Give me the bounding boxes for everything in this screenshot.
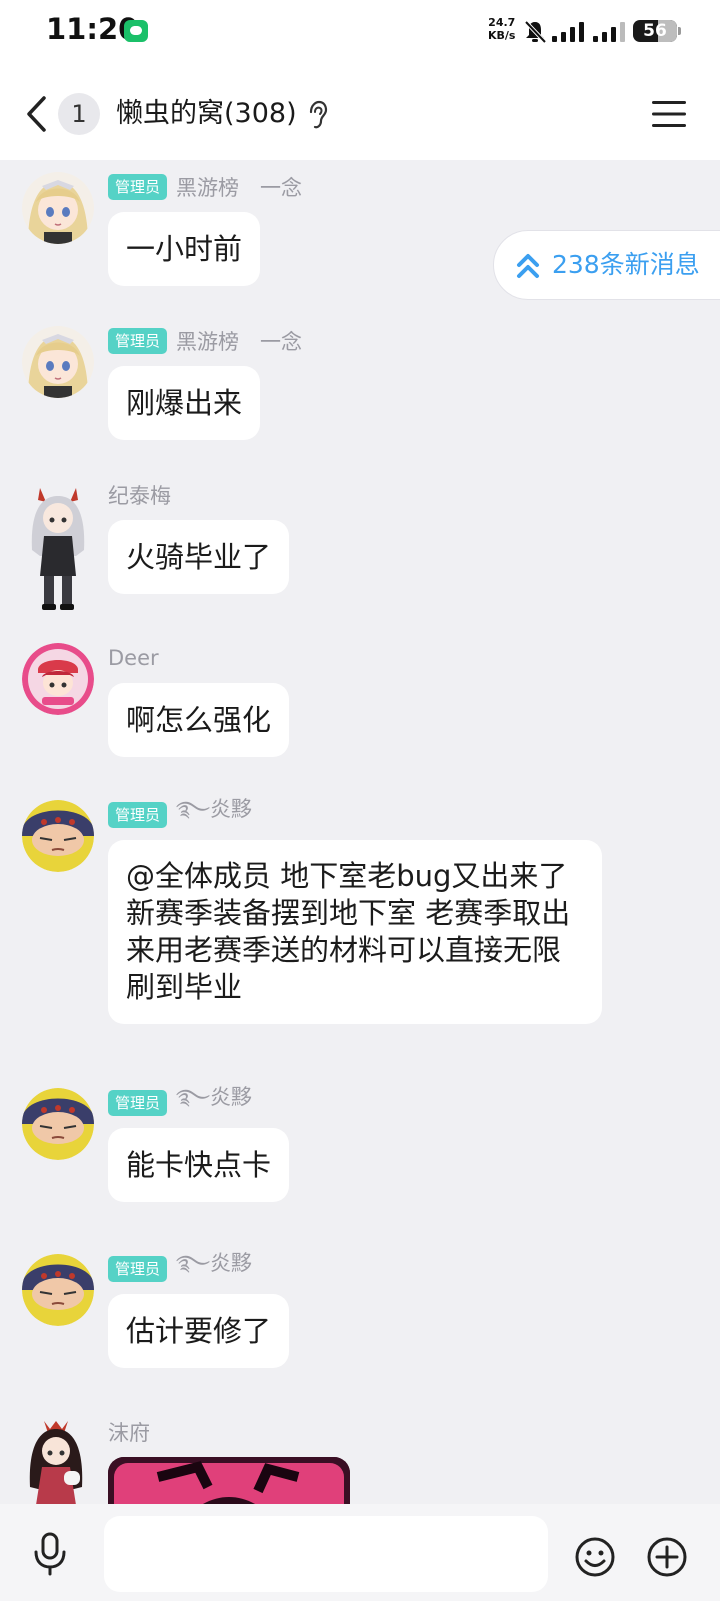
- network-speed: 24.7 KB/s: [488, 16, 515, 42]
- blonde-girl-avatar[interactable]: [22, 326, 94, 398]
- message-list[interactable]: 管理员 黑游榜 一念 一小时前 管理员 黑游榜 一念 刚爆出来 纪泰梅 火骑毕业…: [0, 160, 720, 1504]
- sender-row: 纪泰梅: [108, 480, 171, 510]
- admin-badge: 管理员: [108, 1256, 168, 1282]
- back-arrow-icon[interactable]: [24, 94, 50, 134]
- status-bar: 11:20 24.7 KB/s 56: [0, 0, 720, 66]
- image-message[interactable]: [108, 1457, 350, 1504]
- microphone-icon[interactable]: [32, 1532, 68, 1576]
- sender-row: Deer: [108, 643, 159, 673]
- message-bubble[interactable]: 火骑毕业了: [108, 520, 290, 594]
- bell-muted-icon: [524, 20, 546, 44]
- yellow-face-avatar[interactable]: [22, 1254, 94, 1326]
- new-messages-label: 238条新消息: [552, 250, 700, 279]
- chat-title[interactable]: 懒虫的窝(308): [116, 94, 297, 134]
- signal-strength-icon: [552, 22, 584, 42]
- wechat-notification-icon: [124, 20, 148, 42]
- pink-circle-avatar[interactable]: [22, 643, 94, 715]
- sender-name[interactable]: 沫府: [108, 1417, 150, 1447]
- chat-header: 1 懒虫的窝(308): [0, 66, 720, 160]
- admin-badge: 管理员: [108, 174, 168, 200]
- message-bubble[interactable]: 刚爆出来: [108, 366, 261, 440]
- emoji-icon[interactable]: [574, 1536, 616, 1578]
- dark-hair-chibi-avatar[interactable]: [18, 1417, 94, 1504]
- battery-indicator: 56: [633, 20, 681, 42]
- message-bubble[interactable]: @全体成员 地下室老bug又出来了 新赛季装备摆到地下室 老赛季取出来用老赛季送…: [108, 840, 602, 1024]
- sender-name[interactable]: ࿐炎黟: [176, 786, 252, 845]
- sender-row: 管理员 ࿐炎黟: [108, 1085, 252, 1118]
- message-bubble[interactable]: 一小时前: [108, 212, 261, 286]
- sender-row: 管理员 ࿐炎黟: [108, 797, 252, 830]
- blonde-girl-avatar[interactable]: [22, 172, 94, 244]
- sender-name[interactable]: ࿐炎黟: [176, 1240, 252, 1299]
- sender-name[interactable]: 黑游榜 一念: [176, 172, 302, 202]
- unread-count-badge[interactable]: 1: [58, 93, 100, 135]
- new-messages-button[interactable]: 238条新消息: [493, 230, 720, 300]
- sender-name[interactable]: 黑游榜 一念: [176, 326, 302, 356]
- input-bar: [0, 1504, 720, 1601]
- yellow-face-avatar[interactable]: [22, 800, 94, 872]
- signal-strength-icon: [593, 22, 625, 42]
- sender-row: 沫府: [108, 1417, 150, 1447]
- battery-level: 56: [643, 21, 667, 41]
- message-bubble[interactable]: 能卡快点卡: [108, 1128, 290, 1202]
- yellow-face-avatar[interactable]: [22, 1088, 94, 1160]
- message-bubble[interactable]: 估计要修了: [108, 1294, 290, 1368]
- ear-icon[interactable]: [306, 100, 328, 130]
- sender-name[interactable]: 纪泰梅: [108, 480, 171, 510]
- network-speed-unit: KB/s: [488, 29, 516, 42]
- double-chevron-up-icon: [517, 254, 539, 278]
- sender-name[interactable]: Deer: [108, 646, 159, 670]
- sender-row: 管理员 ࿐炎黟: [108, 1251, 252, 1284]
- menu-icon[interactable]: [652, 100, 686, 128]
- network-speed-value: 24.7: [488, 16, 516, 29]
- message-input[interactable]: [104, 1516, 548, 1592]
- admin-badge: 管理员: [108, 328, 168, 354]
- message-bubble[interactable]: 啊怎么强化: [108, 683, 290, 757]
- sender-row: 管理员 黑游榜 一念: [108, 326, 302, 356]
- sender-name[interactable]: ࿐炎黟: [176, 1074, 252, 1133]
- plus-icon[interactable]: [646, 1536, 688, 1578]
- silver-hair-chibi-avatar[interactable]: [18, 480, 98, 614]
- sender-row: 管理员 黑游榜 一念: [108, 172, 302, 202]
- admin-badge: 管理员: [108, 802, 168, 828]
- admin-badge: 管理员: [108, 1090, 168, 1116]
